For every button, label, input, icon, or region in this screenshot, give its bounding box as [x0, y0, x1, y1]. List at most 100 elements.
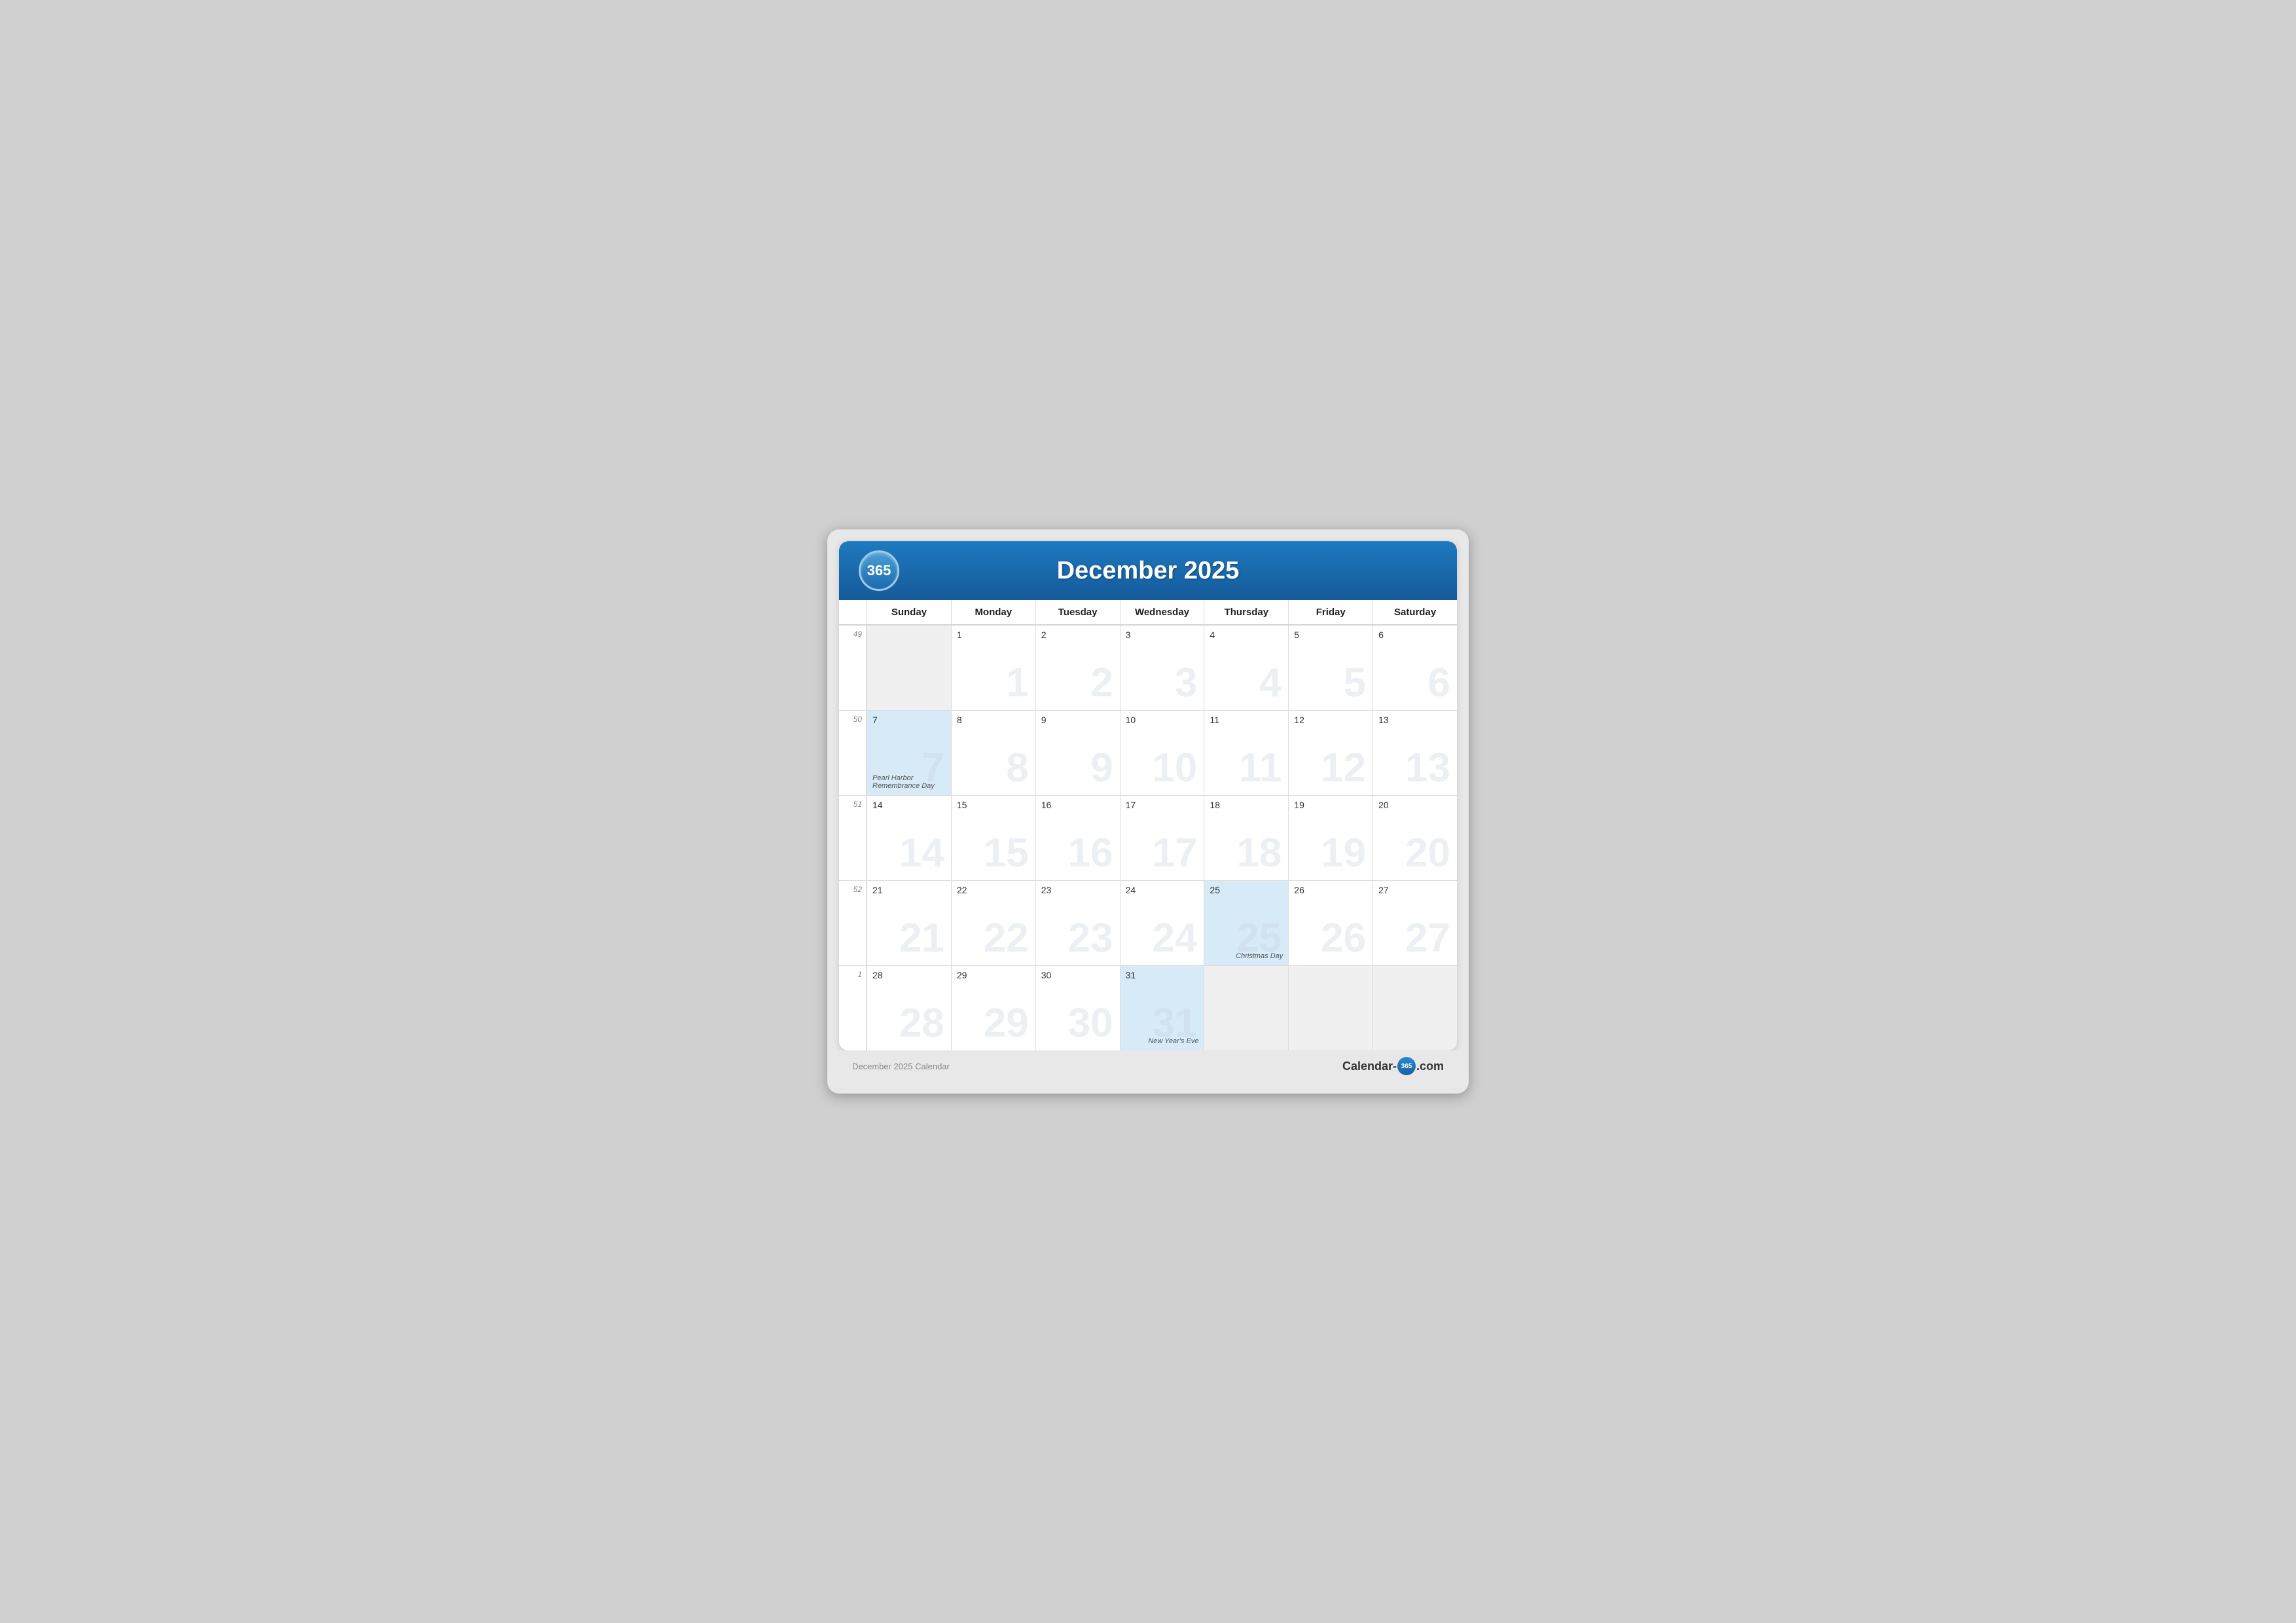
- ghost-number: 1: [1006, 663, 1028, 704]
- holiday-label: New Year's Eve: [1148, 1037, 1198, 1045]
- day-cell-30: 30 30: [1035, 965, 1120, 1050]
- day-number: 10: [1126, 715, 1199, 725]
- ghost-number: 21: [899, 918, 944, 959]
- day-cell-26: 26 26: [1288, 880, 1372, 965]
- day-cell-14: 14 14: [867, 795, 951, 880]
- day-number: 19: [1294, 800, 1367, 810]
- dow-sunday: Sunday: [867, 600, 951, 624]
- footer: December 2025 Calendar Calendar- 365 .co…: [839, 1050, 1457, 1082]
- dow-saturday: Saturday: [1372, 600, 1457, 624]
- ghost-number: 22: [984, 918, 1029, 959]
- day-cell-3: 33: [1120, 625, 1204, 710]
- ghost-number: 29: [984, 1003, 1029, 1044]
- day-number: 25: [1210, 885, 1283, 895]
- day-cell-23: 23 23: [1035, 880, 1120, 965]
- day-cell-8: 88: [951, 710, 1035, 795]
- ghost-number: 28: [899, 1003, 944, 1044]
- day-cell-5: 55: [1288, 625, 1372, 710]
- week-num-51: 51: [839, 795, 867, 880]
- day-cell-18: 1818: [1204, 795, 1288, 880]
- ghost-number: 20: [1405, 833, 1450, 874]
- day-cell-13: 1313: [1372, 710, 1457, 795]
- day-cell-24: 2424: [1120, 880, 1204, 965]
- holiday-label: Pearl Harbor Remembrance Day: [872, 774, 951, 790]
- day-number: 31: [1126, 970, 1199, 980]
- ghost-number: 16: [1068, 833, 1113, 874]
- day-cell-12: 12 12: [1288, 710, 1372, 795]
- day-number: 11: [1210, 715, 1283, 725]
- logo-circle: 365: [859, 550, 899, 591]
- day-cell-29: 29 29: [951, 965, 1035, 1050]
- ghost-number: 10: [1152, 748, 1197, 789]
- day-cell-21: 2121: [867, 880, 951, 965]
- day-number: 18: [1210, 800, 1283, 810]
- day-number: 29: [957, 970, 1030, 980]
- ghost-number: 2: [1090, 663, 1113, 704]
- day-cell-4: 44: [1204, 625, 1288, 710]
- ghost-number: 11: [1239, 748, 1282, 789]
- ghost-number: 5: [1344, 663, 1366, 704]
- ghost-number: 17: [1152, 833, 1197, 874]
- page-wrapper: 365 December 2025 Sunday Monday Tuesday …: [827, 529, 1469, 1094]
- day-number: 17: [1126, 800, 1199, 810]
- ghost-number: 26: [1321, 918, 1366, 959]
- day-number: 20: [1378, 800, 1452, 810]
- day-cell-19: 1919: [1288, 795, 1372, 880]
- dow-friday: Friday: [1288, 600, 1372, 624]
- day-number: 16: [1041, 800, 1115, 810]
- ghost-number: 27: [1405, 918, 1450, 959]
- day-cell-empty-w4d5: [1288, 965, 1372, 1050]
- week-num-52: 52: [839, 880, 867, 965]
- footer-brand-pre: Calendar-: [1342, 1060, 1397, 1073]
- ghost-number: 12: [1321, 748, 1366, 789]
- week-num-50: 50: [839, 710, 867, 795]
- day-number: 22: [957, 885, 1030, 895]
- day-cell-empty-w4d4: [1204, 965, 1288, 1050]
- ghost-number: 6: [1428, 663, 1450, 704]
- day-cell-9: 99: [1035, 710, 1120, 795]
- day-number: 14: [872, 800, 946, 810]
- header-title: December 2025: [912, 557, 1384, 585]
- day-cell-27: 2727: [1372, 880, 1457, 965]
- ghost-number: 14: [899, 833, 944, 874]
- ghost-number: 3: [1175, 663, 1197, 704]
- day-number: 24: [1126, 885, 1199, 895]
- day-number: 30: [1041, 970, 1115, 980]
- footer-brand: Calendar- 365 .com: [1342, 1057, 1444, 1075]
- day-number: 23: [1041, 885, 1115, 895]
- day-cell-20: 2020: [1372, 795, 1457, 880]
- day-number: 12: [1294, 715, 1367, 725]
- day-cell-25: 2525Christmas Day: [1204, 880, 1288, 965]
- calendar-grid: 491122334455665077Pearl Harbor Remembran…: [839, 625, 1457, 1050]
- day-number: 8: [957, 715, 1030, 725]
- footer-left-text: December 2025 Calendar: [852, 1061, 950, 1071]
- day-number: 15: [957, 800, 1030, 810]
- ghost-number: 8: [1006, 748, 1028, 789]
- day-number: 7: [872, 715, 946, 725]
- day-cell-31: 3131New Year's Eve: [1120, 965, 1204, 1050]
- week-num-49: 49: [839, 625, 867, 710]
- footer-brand-post: .com: [1416, 1060, 1444, 1073]
- ghost-number: 15: [984, 833, 1029, 874]
- ghost-number: 18: [1236, 833, 1282, 874]
- day-number: 1: [957, 630, 1030, 640]
- day-cell-2: 22: [1035, 625, 1120, 710]
- ghost-number: 23: [1068, 918, 1113, 959]
- day-number: 4: [1210, 630, 1283, 640]
- day-cell-16: 1616: [1035, 795, 1120, 880]
- day-cell-7: 77Pearl Harbor Remembrance Day: [867, 710, 951, 795]
- week-num-header-empty: [839, 600, 867, 624]
- ghost-number: 30: [1068, 1003, 1113, 1044]
- day-cell-11: 11 11: [1204, 710, 1288, 795]
- day-cell-10: 10 10: [1120, 710, 1204, 795]
- day-number: 28: [872, 970, 946, 980]
- day-number: 6: [1378, 630, 1452, 640]
- day-cell-22: 22 22: [951, 880, 1035, 965]
- dow-row: Sunday Monday Tuesday Wednesday Thursday…: [839, 600, 1457, 625]
- day-cell-17: 1717: [1120, 795, 1204, 880]
- dow-wednesday: Wednesday: [1120, 600, 1204, 624]
- ghost-number: 9: [1090, 748, 1113, 789]
- day-number: 5: [1294, 630, 1367, 640]
- ghost-number: 13: [1405, 748, 1450, 789]
- day-number: 26: [1294, 885, 1367, 895]
